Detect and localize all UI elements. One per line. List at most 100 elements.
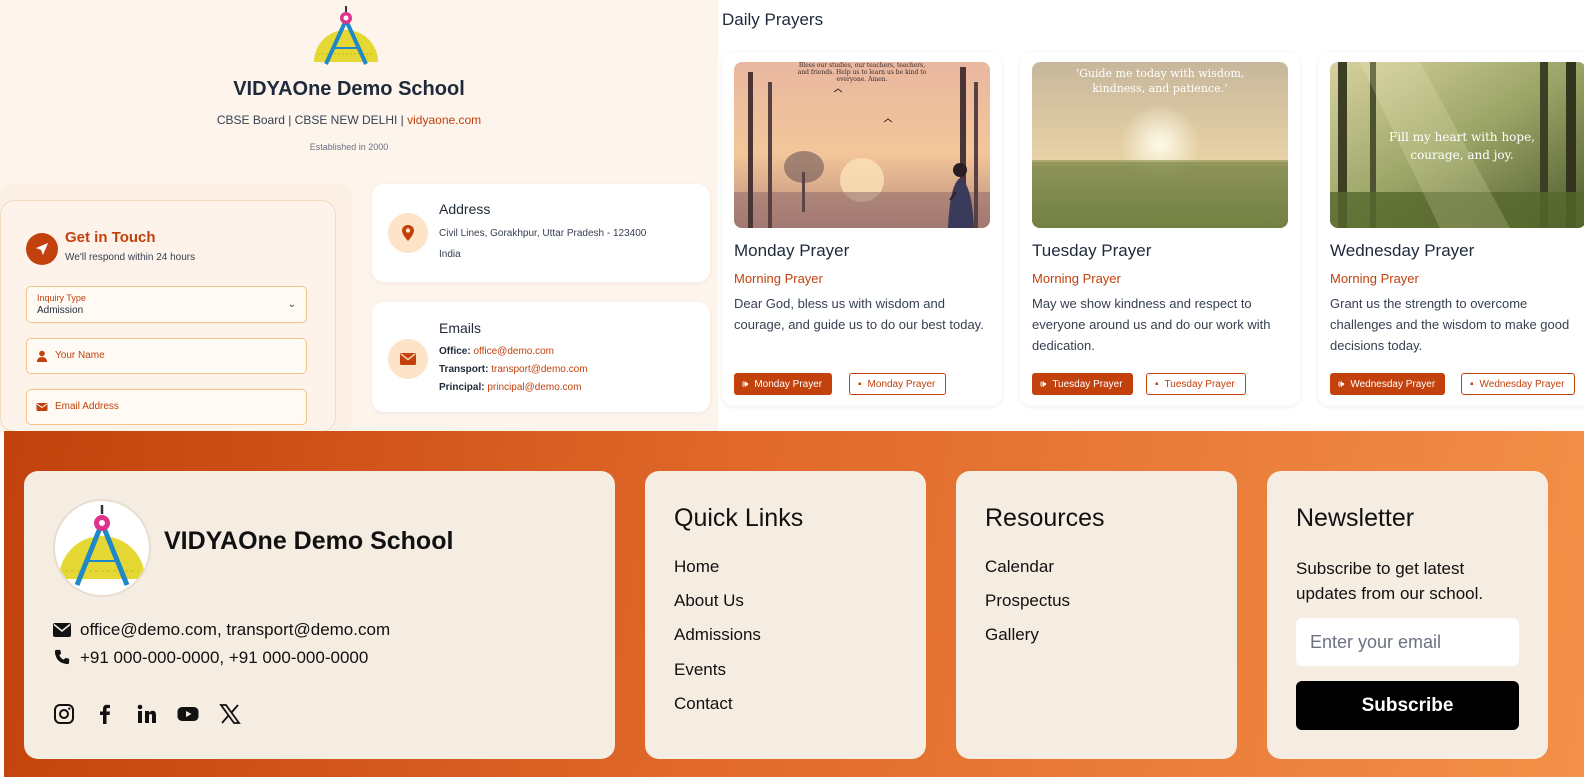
video-label: Tuesday Prayer	[1164, 378, 1235, 390]
address-card: Address Civil Lines, Gorakhpur, Uttar Pr…	[372, 184, 710, 282]
email-transport-link[interactable]: transport@demo.com	[491, 364, 587, 375]
youtube-icon[interactable]	[176, 702, 200, 726]
email-office-label: Office:	[439, 346, 471, 357]
footer-school-name: VIDYAOne Demo School	[164, 527, 454, 555]
phone-icon	[54, 649, 70, 665]
prayer-image-quote: ‘Guide me today with wisdom, kindness, a…	[1075, 67, 1245, 95]
subscribe-button[interactable]: Subscribe	[1296, 681, 1519, 730]
newsletter-email-placeholder: Enter your email	[1310, 632, 1442, 652]
play-audio-button[interactable]: 🕪 Wednesday Prayer	[1330, 373, 1446, 395]
email-transport: Transport: transport@demo.com	[439, 364, 588, 375]
footer-school-logo	[53, 499, 151, 597]
footer-phones: +91 000-000-0000, +91 000-000-0000	[80, 648, 369, 667]
prayer-image-quote: Fill my heart with hope, courage, and jo…	[1388, 130, 1535, 162]
user-icon	[37, 350, 47, 362]
page: VIDYAOne Demo School CBSE Board | CBSE N…	[0, 0, 1584, 777]
prayer-image-tuesday: ‘Guide me today with wisdom, kindness, a…	[1032, 62, 1288, 228]
speaker-icon: 🕪	[1338, 378, 1345, 390]
video-camera-icon: ▪	[1155, 378, 1159, 390]
prayer-image-monday: Bless our studies, our teachers, teacher…	[734, 62, 990, 228]
prayer-name: Tuesday Prayer	[1032, 241, 1152, 260]
prayer-card-monday: Bless our studies, our teachers, teacher…	[722, 52, 1002, 406]
envelope-icon	[388, 339, 428, 379]
play-video-button[interactable]: ▪ Wednesday Prayer	[1461, 373, 1576, 395]
prayer-time: Morning Prayer	[734, 271, 823, 286]
audio-label: Wednesday Prayer	[1350, 378, 1436, 390]
school-name: VIDYAOne Demo School	[233, 78, 465, 100]
prayer-image-wednesday: Fill my heart with hope, courage, and jo…	[1330, 62, 1584, 228]
instagram-icon[interactable]	[52, 702, 76, 726]
map-pin-icon	[388, 213, 428, 253]
prayer-image-quote: Bless our studies, our teachers, teacher…	[797, 62, 927, 83]
audio-label: Monday Prayer	[754, 378, 823, 390]
emails-card: Emails Office: office@demo.com Transport…	[372, 302, 710, 412]
address-line-1: Civil Lines, Gorakhpur, Uttar Pradesh - …	[439, 228, 647, 239]
form-title: Get in Touch	[65, 229, 156, 246]
email-principal-link[interactable]: principal@demo.com	[487, 382, 581, 393]
video-camera-icon: ▪	[1470, 378, 1474, 390]
audio-label: Tuesday Prayer	[1052, 378, 1123, 390]
website-link[interactable]: vidyaone.com	[407, 113, 481, 127]
prayer-time: Morning Prayer	[1330, 271, 1419, 286]
address-title: Address	[439, 201, 491, 217]
form-subtitle: We'll respond within 24 hours	[65, 252, 196, 263]
inquiry-type-label: Inquiry Type	[37, 293, 86, 303]
prayer-text: May we show kindness and respect to ever…	[1032, 296, 1271, 353]
footer-link-events[interactable]: Events	[674, 660, 726, 680]
board-text: CBSE Board | CBSE NEW DELHI |	[216, 113, 408, 127]
email-principal-label: Principal:	[439, 382, 485, 393]
video-label: Monday Prayer	[867, 378, 936, 390]
footer-link-admissions[interactable]: Admissions	[674, 625, 761, 645]
video-label: Wednesday Prayer	[1479, 378, 1565, 390]
email-field[interactable]: Email Address	[26, 389, 307, 425]
speaker-icon: 🕪	[1040, 378, 1047, 390]
chevron-down-icon: ⌄	[287, 299, 296, 310]
inquiry-type-value: Admission	[37, 305, 84, 316]
x-icon[interactable]	[218, 702, 242, 726]
school-logo	[314, 6, 378, 65]
video-camera-icon: ▪	[858, 378, 862, 390]
prayer-name: Wednesday Prayer	[1330, 241, 1475, 260]
prayer-name: Monday Prayer	[734, 241, 850, 260]
speaker-icon: 🕪	[742, 378, 749, 390]
play-audio-button[interactable]: 🕪 Tuesday Prayer	[1032, 373, 1133, 395]
footer-link-calendar[interactable]: Calendar	[985, 557, 1054, 577]
newsletter-description: Subscribe to get latest updates from our…	[1296, 559, 1484, 603]
footer-link-home[interactable]: Home	[674, 557, 719, 577]
linkedin-icon[interactable]	[135, 702, 159, 726]
play-video-button[interactable]: ▪ Monday Prayer	[849, 373, 947, 395]
email-office-link[interactable]: office@demo.com	[473, 346, 554, 357]
footer-link-prospectus[interactable]: Prospectus	[985, 591, 1070, 611]
school-board-info: CBSE Board | CBSE NEW DELHI | vidyaone.c…	[0, 113, 698, 127]
prayer-time: Morning Prayer	[1032, 271, 1121, 286]
quick-links-title: Quick Links	[674, 504, 804, 532]
name-field[interactable]: Your Name	[26, 338, 307, 374]
prayer-text: Grant us the strength to overcome challe…	[1330, 296, 1570, 353]
envelope-icon	[36, 403, 48, 411]
newsletter-email-input[interactable]: Enter your email	[1296, 618, 1519, 666]
email-transport-label: Transport:	[439, 364, 489, 375]
address-line-2: India	[439, 249, 461, 260]
play-audio-button[interactable]: 🕪 Monday Prayer	[734, 373, 833, 395]
resources-title: Resources	[985, 504, 1105, 532]
inquiry-type-select[interactable]: Inquiry Type Admission ⌄	[26, 286, 307, 323]
footer-link-about-us[interactable]: About Us	[674, 591, 744, 611]
send-icon	[26, 233, 58, 265]
email-placeholder: Email Address	[55, 401, 119, 412]
facebook-icon[interactable]	[93, 702, 117, 726]
footer-link-gallery[interactable]: Gallery	[985, 625, 1039, 645]
newsletter-title: Newsletter	[1296, 504, 1415, 532]
prayer-card-tuesday: ‘Guide me today with wisdom, kindness, a…	[1020, 52, 1300, 406]
footer-link-contact[interactable]: Contact	[674, 694, 733, 714]
prayer-card-wednesday: Fill my heart with hope, courage, and jo…	[1318, 52, 1584, 406]
established-text: Established in 2000	[309, 142, 389, 152]
prayers-section-title: Daily Prayers	[722, 10, 824, 29]
name-placeholder: Your Name	[55, 350, 105, 361]
email-principal: Principal: principal@demo.com	[439, 382, 581, 393]
envelope-icon	[53, 623, 71, 637]
play-video-button[interactable]: ▪ Tuesday Prayer	[1146, 373, 1246, 395]
prayer-text: Dear God, bless us with wisdom and coura…	[734, 296, 984, 332]
email-office: Office: office@demo.com	[439, 346, 554, 357]
emails-title: Emails	[439, 320, 482, 336]
footer-emails: office@demo.com, transport@demo.com	[80, 620, 391, 639]
